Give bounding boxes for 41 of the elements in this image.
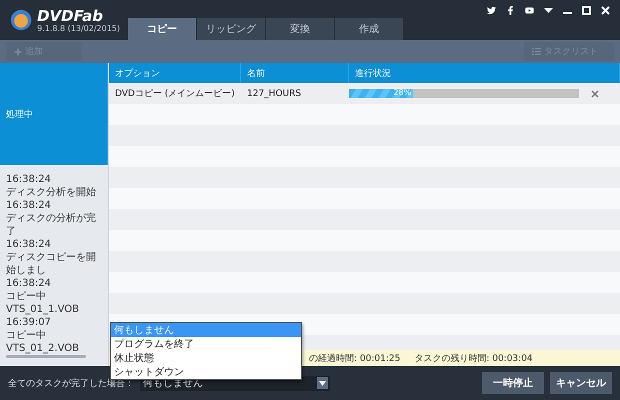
close-icon[interactable] xyxy=(601,6,610,15)
dropdown-option[interactable]: プログラムを終了 xyxy=(111,337,301,351)
footer-button[interactable]: キャンセル xyxy=(550,372,612,394)
log-entry: ディスクの分析が完了 xyxy=(6,212,97,238)
log-entry: ディスクコピーを開始しまし xyxy=(6,251,97,277)
tab[interactable]: コピー xyxy=(128,18,196,40)
log-entry: 16:38:24 xyxy=(6,238,52,251)
facebook-icon[interactable] xyxy=(506,6,515,15)
log-entry: 16:38:24 xyxy=(6,199,52,212)
tab[interactable]: リッピング xyxy=(197,18,265,40)
footer-button[interactable]: 一時停止 xyxy=(482,372,544,394)
status-text: タスクの残り時間: 00:03:04 xyxy=(414,352,533,364)
progress-reading: 28% xyxy=(393,88,412,97)
maximize-icon[interactable] xyxy=(582,6,591,15)
caret-icon xyxy=(319,380,326,386)
column-header: 進行状況 xyxy=(349,63,620,83)
log-entry: コピー中 VTS_01_1.VOB xyxy=(6,290,80,316)
youtube-icon[interactable] xyxy=(525,6,534,15)
tab[interactable]: 作成 xyxy=(335,18,403,40)
plus-icon xyxy=(14,48,22,56)
dropdown-option[interactable]: 休止状態 xyxy=(111,351,301,365)
dropdown-option[interactable]: シャットダウン xyxy=(111,365,301,379)
log-entry: 16:38:24 xyxy=(6,277,52,290)
log-entry: コピー中 VTS_01_2.VOB xyxy=(6,329,80,355)
twitter-icon[interactable] xyxy=(487,6,496,15)
status-text: の経過時間: 00:01:25 xyxy=(309,352,400,364)
logo-icon xyxy=(10,7,32,33)
list-icon xyxy=(532,47,541,56)
dropdown-icon[interactable] xyxy=(544,6,553,15)
brand-name: DVDFab xyxy=(37,8,104,24)
remove-icon[interactable] xyxy=(591,90,599,98)
version-text: 9.1.8.8 (13/02/2015) xyxy=(37,24,120,32)
log-entry: 16:39:07 xyxy=(6,316,52,329)
column-header: オプション xyxy=(109,63,241,83)
log-entry: 16:38:24 xyxy=(6,173,52,186)
log-entry: ディスク分析を開始 xyxy=(6,186,97,199)
column-header: 名前 xyxy=(241,63,349,83)
column-header: 処理中 xyxy=(0,63,108,165)
table-cell-text: DVDコピー (メインムービー) xyxy=(114,88,236,100)
table-cell-text: 127_HOURS xyxy=(246,88,302,98)
tab[interactable]: 変換 xyxy=(266,18,334,40)
